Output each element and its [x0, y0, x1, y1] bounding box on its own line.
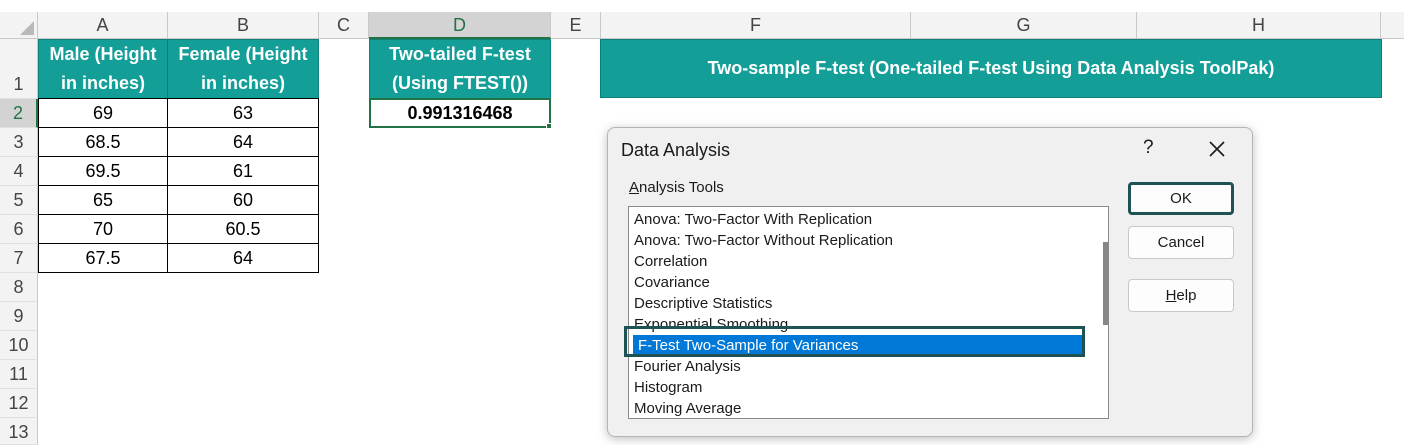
female-header-line2: in inches) — [200, 73, 285, 93]
row-header-3[interactable]: 3 — [0, 128, 38, 157]
column-header-d[interactable]: D — [369, 12, 551, 39]
female-header-line1: Female (Height — [178, 44, 308, 64]
row-header-2[interactable]: 2 — [0, 99, 38, 128]
female-header-cell[interactable]: Female (Height in inches) — [167, 39, 319, 99]
list-scrollbar[interactable] — [1102, 207, 1108, 418]
analysis-tools-label: Analysis Tools — [629, 179, 724, 196]
female-cell[interactable]: 61 — [167, 156, 319, 186]
row-header-11[interactable]: 11 — [0, 360, 38, 389]
row-header-8[interactable]: 8 — [0, 273, 38, 302]
male-header-line2: in inches) — [60, 73, 145, 93]
analysis-tools-accel: A — [629, 179, 640, 196]
fill-handle[interactable] — [546, 123, 552, 129]
list-item[interactable]: Moving Average — [629, 398, 1084, 418]
help-accel: H — [1165, 287, 1177, 304]
dialog-help-button[interactable]: ? — [1143, 137, 1154, 159]
male-header-line1: Male (Height — [49, 44, 157, 64]
row-header-12[interactable]: 12 — [0, 389, 38, 418]
column-header-c[interactable]: C — [319, 12, 369, 39]
female-cell[interactable]: 60 — [167, 185, 319, 215]
list-item[interactable]: Anova: Two-Factor With Replication — [629, 209, 1084, 230]
row-header-13[interactable]: 13 — [0, 418, 38, 445]
male-cell[interactable]: 69.5 — [38, 156, 168, 186]
list-item[interactable]: Histogram — [629, 377, 1084, 398]
row-header-9[interactable]: 9 — [0, 302, 38, 331]
help-button[interactable]: Help — [1128, 279, 1234, 312]
column-header-g[interactable]: G — [911, 12, 1137, 39]
help-rest: elp — [1176, 287, 1197, 304]
data-analysis-dialog: Data Analysis ? Analysis Tools Anova: Tw… — [607, 127, 1253, 437]
ftest-header-line2: (Using FTEST()) — [392, 73, 528, 93]
ok-button[interactable]: OK — [1128, 182, 1234, 215]
ftest-value-cell[interactable]: 0.991316468 — [369, 98, 551, 128]
male-cell[interactable]: 70 — [38, 214, 168, 244]
ftest-header-cell[interactable]: Two-tailed F-test (Using FTEST()) — [369, 39, 551, 99]
row-header-5[interactable]: 5 — [0, 186, 38, 215]
female-cell[interactable]: 64 — [167, 127, 319, 157]
selection-highlight-outline — [624, 326, 1085, 357]
dialog-title: Data Analysis — [621, 140, 731, 160]
female-cell[interactable]: 63 — [167, 98, 319, 128]
row-header-4[interactable]: 4 — [0, 157, 38, 186]
column-header-h[interactable]: H — [1137, 12, 1381, 39]
list-item[interactable]: Descriptive Statistics — [629, 293, 1084, 314]
spreadsheet: A B C D E F G H 1 2 3 4 5 6 7 8 9 10 11 … — [0, 0, 1404, 445]
male-cell[interactable]: 65 — [38, 185, 168, 215]
list-item[interactable]: Correlation — [629, 251, 1084, 272]
female-cell[interactable]: 60.5 — [167, 214, 319, 244]
row-header-1[interactable]: 1 — [0, 39, 38, 99]
cancel-button[interactable]: Cancel — [1128, 226, 1234, 259]
analysis-tools-list[interactable]: Anova: Two-Factor With Replication Anova… — [628, 206, 1109, 419]
row-header-7[interactable]: 7 — [0, 244, 38, 273]
row-header-6[interactable]: 6 — [0, 215, 38, 244]
close-icon[interactable] — [1205, 137, 1229, 161]
male-cell[interactable]: 69 — [38, 98, 168, 128]
row-header-10[interactable]: 10 — [0, 331, 38, 360]
list-item[interactable]: Fourier Analysis — [629, 356, 1084, 377]
column-header-b[interactable]: B — [168, 12, 319, 39]
column-header-f[interactable]: F — [601, 12, 911, 39]
select-all-corner[interactable] — [0, 12, 38, 39]
ftest-header-line1: Two-tailed F-test — [389, 44, 531, 64]
list-item[interactable]: Covariance — [629, 272, 1084, 293]
banner-cell[interactable]: Two-sample F-test (One-tailed F-test Usi… — [600, 39, 1382, 98]
select-all-icon — [20, 21, 34, 35]
female-cell[interactable]: 64 — [167, 243, 319, 273]
male-cell[interactable]: 67.5 — [38, 243, 168, 273]
male-header-cell[interactable]: Male (Height in inches) — [38, 39, 168, 99]
male-cell[interactable]: 68.5 — [38, 127, 168, 157]
scrollbar-thumb[interactable] — [1103, 242, 1108, 325]
list-item[interactable]: Anova: Two-Factor Without Replication — [629, 230, 1084, 251]
column-header-a[interactable]: A — [38, 12, 168, 39]
analysis-tools-rest: nalysis Tools — [639, 179, 724, 196]
column-header-e[interactable]: E — [551, 12, 601, 39]
